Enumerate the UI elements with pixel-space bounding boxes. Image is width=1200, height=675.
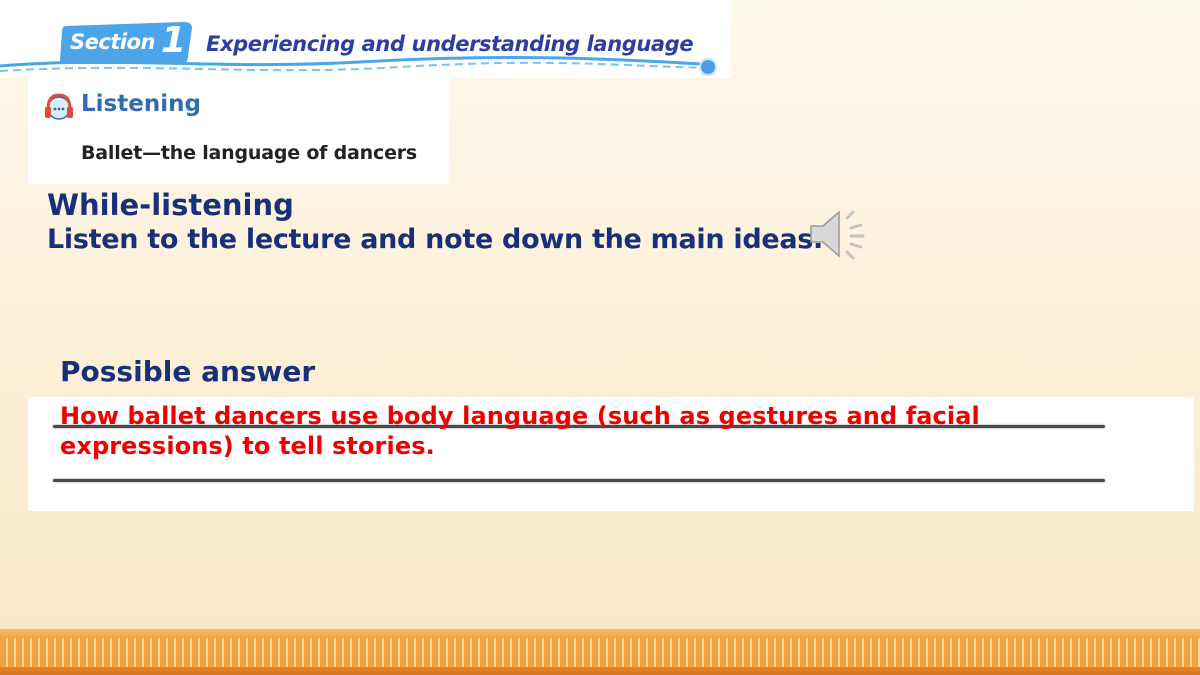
- listening-card: Listening Ballet—the language of dancers: [28, 78, 450, 184]
- speaker-icon[interactable]: [805, 206, 869, 262]
- section-label: Section: [70, 30, 155, 54]
- answer-line: [53, 479, 1105, 482]
- bottom-decorative-border: [0, 629, 1200, 675]
- border-band-bottom: [0, 667, 1200, 675]
- answer-text: How ballet dancers use body language (su…: [60, 402, 980, 460]
- section-badge: Section 1: [58, 20, 193, 64]
- border-band-top: [0, 629, 1200, 638]
- banner-dot: [699, 58, 717, 76]
- section-number: 1: [161, 20, 187, 61]
- headphones-icon: [45, 93, 73, 120]
- listening-label: Listening: [81, 91, 201, 117]
- listening-subtitle: Ballet—the language of dancers: [81, 142, 418, 164]
- section-banner: Section 1 Experiencing and understanding…: [0, 0, 731, 78]
- instruction-text: Listen to the lecture and note down the …: [47, 224, 824, 255]
- stage-title: While-listening: [47, 188, 294, 222]
- section-title: Experiencing and understanding language: [206, 32, 694, 56]
- answer-card: How ballet dancers use body language (su…: [28, 397, 1194, 511]
- answer-title: Possible answer: [60, 355, 316, 388]
